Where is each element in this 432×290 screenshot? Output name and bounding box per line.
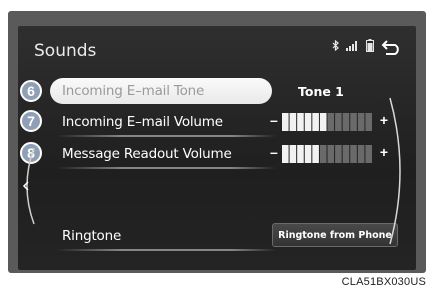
volume-bar-empty [335, 113, 342, 131]
volume-level-bars [282, 113, 372, 131]
left-scroll-arc [22, 147, 35, 225]
list-item-incoming-email-tone[interactable]: 6 Incoming E–mail Tone Tone 1 [18, 78, 416, 108]
volume-bar-empty [357, 113, 365, 131]
volume-bar-empty [357, 145, 365, 163]
volume-bar-filled [282, 145, 289, 163]
tone-value[interactable]: Tone 1 [298, 84, 344, 99]
volume-bar-empty [327, 113, 335, 131]
volume-bar-filled [304, 145, 312, 163]
volume-slider[interactable]: – + [270, 142, 388, 166]
callout-marker: 7 [20, 110, 42, 132]
back-icon[interactable] [380, 39, 402, 55]
signal-icon [346, 40, 360, 54]
volume-down-button[interactable]: – [270, 144, 278, 160]
figure-code: CLA51BX030US [341, 276, 426, 288]
row-label: Incoming E–mail Tone [62, 83, 205, 99]
volume-bar-empty [319, 145, 327, 163]
list-item-message-readout-volume[interactable]: 8 Message Readout Volume – + [18, 140, 416, 170]
scroll-indicator[interactable] [386, 96, 412, 246]
bluetooth-icon [332, 39, 340, 54]
volume-bar-filled [282, 113, 289, 131]
callout-marker: 6 [20, 80, 42, 102]
volume-bar-filled [297, 145, 304, 163]
battery-icon [366, 39, 374, 55]
row-divider [56, 135, 276, 137]
volume-bar-filled [289, 113, 297, 131]
volume-bar-filled [319, 113, 327, 131]
volume-bar-empty [342, 113, 350, 131]
volume-bar-empty [350, 113, 357, 131]
volume-bar-empty [342, 145, 350, 163]
status-bar [332, 39, 402, 55]
volume-bar-empty [335, 145, 342, 163]
sounds-screen: Sounds 6 Incoming E–mail Tone Tone 1 7 I… [18, 26, 416, 270]
volume-bar-filled [312, 145, 319, 163]
volume-level-bars [282, 145, 372, 163]
row-label: Ringtone [62, 228, 122, 244]
volume-bar-filled [297, 113, 304, 131]
list-item-incoming-email-volume[interactable]: 7 Incoming E–mail Volume – + [18, 108, 416, 138]
volume-bar-empty [365, 145, 372, 163]
row-label: Incoming E–mail Volume [62, 114, 223, 130]
volume-slider[interactable]: – + [270, 110, 388, 134]
row-divider [56, 249, 276, 251]
volume-bar-empty [350, 145, 357, 163]
volume-down-button[interactable]: – [270, 112, 278, 128]
row-divider [56, 167, 276, 169]
volume-bar-empty [327, 145, 335, 163]
volume-bar-filled [304, 113, 312, 131]
volume-bar-filled [289, 145, 297, 163]
page-title: Sounds [34, 41, 97, 61]
ringtone-source-button[interactable]: Ringtone from Phone [272, 223, 398, 247]
volume-bar-empty [365, 113, 372, 131]
row-label: Message Readout Volume [62, 146, 232, 162]
volume-bar-filled [312, 113, 319, 131]
